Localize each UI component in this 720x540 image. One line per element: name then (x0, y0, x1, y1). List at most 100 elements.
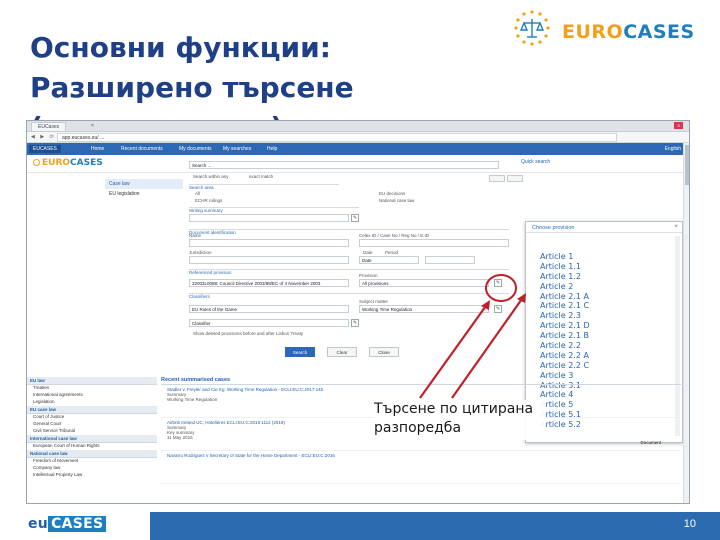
browse-list-item[interactable]: General Court (27, 421, 157, 428)
jurisdiction-label: Jurisdiction (189, 250, 212, 255)
browse-list-item[interactable]: Intellectual Property Law (27, 472, 157, 479)
clear-button[interactable]: Clear (327, 347, 357, 357)
case-title-link[interactable]: Navarro Rodriguez v Secretary of State f… (167, 453, 507, 458)
close-button[interactable]: Close (369, 347, 399, 357)
browse-list-item[interactable]: European Court of Human Rights (27, 443, 157, 450)
jurisdiction-input[interactable] (189, 256, 349, 264)
provision-item[interactable]: Article 1 (540, 252, 590, 262)
classifier-2-edit-icon[interactable]: ✎ (351, 319, 359, 327)
writing-summary-group: Writing summary (189, 207, 359, 213)
provision-item[interactable]: Article 2.3 (540, 311, 590, 321)
document-select[interactable]: Document (640, 440, 661, 445)
recent-cases-title: Recent summarised cases (161, 377, 681, 385)
provision-item[interactable]: Article 2.1 D (540, 321, 590, 331)
close-tab-icon[interactable]: × (91, 123, 94, 129)
url-input[interactable]: app.eucases.eu/ ... (57, 133, 617, 142)
search-input[interactable]: Search ... (189, 161, 499, 169)
provision-act-input[interactable]: 32003L0088: Council Directive 2003/88/EC… (189, 279, 349, 287)
nav-arrows-icon[interactable]: ◀ ▶ ⟳ (31, 134, 56, 140)
edit-icon[interactable]: ✎ (351, 214, 359, 222)
app-logo-cases: CASES (70, 158, 103, 168)
scales-of-justice-icon (514, 10, 550, 46)
search-toggle-1[interactable] (489, 175, 505, 182)
lisbon-checkbox-label[interactable]: Show deleted provisions before and after… (193, 331, 303, 336)
classifier-input[interactable]: Working Time Regulation (359, 305, 489, 313)
area-all[interactable]: All (195, 191, 200, 196)
classifier-input-2[interactable]: Classifier (189, 319, 349, 327)
name-label: Name (189, 233, 202, 238)
writing-summary-input[interactable] (189, 214, 349, 222)
search-option-exact[interactable]: exact match (249, 174, 273, 179)
area-national[interactable]: National case law (379, 198, 414, 203)
browse-lists: EU law Treaties International agreements Le… (27, 377, 157, 479)
footer-logo-eu: eu (28, 516, 49, 532)
subject-matter-label: Subject matter (359, 299, 389, 304)
date-option-period[interactable]: Period (385, 250, 398, 255)
app-screenshot: EUCases × X ◀ ▶ ⟳ app.eucases.eu/ ... EU… (26, 120, 690, 504)
provision-item[interactable]: Article 1.1 (540, 262, 590, 272)
browse-list-header[interactable]: EU case law (27, 406, 157, 414)
window-close-button[interactable]: X (674, 122, 683, 129)
browse-list-item[interactable]: International agreements (27, 392, 157, 399)
nav-my-searches[interactable]: My searches (223, 146, 251, 152)
sidebar-item-eu-legislation[interactable]: EU legislation (105, 189, 183, 199)
date-input-2[interactable] (425, 256, 475, 264)
provision-item[interactable]: Article 2.2 A (540, 351, 590, 361)
provision-item[interactable]: Article 2.2 (540, 341, 590, 351)
browse-list-header[interactable]: International case law (27, 435, 157, 443)
search-option-any[interactable]: Search within any (193, 174, 229, 179)
browse-list-item[interactable]: Legislation (27, 399, 157, 406)
scrollbar-thumb[interactable] (685, 145, 689, 185)
provision-item[interactable]: Article 1.2 (540, 272, 590, 282)
top-navigation: EUCASES Home Recent documents My documen… (27, 143, 689, 155)
logo-wordmark: EUROCASES (562, 21, 695, 43)
provision-item[interactable]: Article 2 (540, 282, 590, 292)
sidebar-item-case-law[interactable]: Case law (105, 179, 183, 189)
provision-label: Provision (359, 273, 378, 278)
browser-tabbar: EUCases × X (27, 121, 689, 132)
logo-seal-icon (33, 159, 40, 166)
sidebar: Case law EU legislation (105, 179, 183, 199)
classifier-edit-icon[interactable]: ✎ (494, 305, 502, 313)
provision-item[interactable]: Article 2.2 C (540, 361, 590, 371)
choose-provision-edit-icon[interactable]: ✎ (494, 279, 502, 287)
nav-help[interactable]: Help (267, 146, 277, 152)
quick-search-link[interactable]: Quick search (521, 159, 550, 165)
provision-item[interactable]: Article 2.1 B (540, 331, 590, 341)
footer-wordmark: eu CASES (28, 516, 107, 532)
provision-dialog-title: Choose provision (526, 222, 682, 233)
area-eu-decisions[interactable]: EU decisions (379, 191, 405, 196)
search-area-group: Search area (189, 184, 339, 190)
provision-item[interactable]: Article 2.1 C (540, 301, 590, 311)
nav-recent[interactable]: Recent documents (121, 146, 163, 152)
browse-list-item[interactable]: Court of Justice (27, 414, 157, 421)
area-echr[interactable]: ECHR rulings (195, 198, 222, 203)
subject-matter-input[interactable]: EU Rules of the Game (189, 305, 349, 313)
nav-my-documents[interactable]: My documents (179, 146, 212, 152)
search-toggle-2[interactable] (507, 175, 523, 182)
referenced-provision-group: Referenced provision (189, 269, 509, 275)
nav-eucases[interactable]: EUCASES (29, 145, 61, 153)
dialog-close-icon[interactable]: × (674, 224, 678, 230)
page-number: 10 (683, 518, 696, 530)
name-input[interactable] (189, 239, 349, 247)
page-scrollbar[interactable] (683, 143, 689, 503)
date-option-date[interactable]: Date (363, 250, 373, 255)
nav-home[interactable]: Home (91, 146, 104, 152)
search-button[interactable]: Search (285, 347, 315, 357)
browse-list-header[interactable]: EU law (27, 377, 157, 385)
browser-tab[interactable]: EUCases (31, 122, 67, 131)
browse-list-header[interactable]: National case law (27, 450, 157, 458)
date-input[interactable]: Date (359, 256, 419, 264)
browse-list-item[interactable]: Civil Service Tribunal (27, 428, 157, 435)
browse-list-item[interactable]: Treaties (27, 385, 157, 392)
provision-item[interactable]: Article 2.1 A (540, 292, 590, 302)
doc-identification-group: Document identification (189, 229, 509, 235)
provision-article-input[interactable]: All provisions (359, 279, 489, 287)
language-select[interactable]: English (665, 146, 681, 152)
browse-list-item[interactable]: Company law (27, 465, 157, 472)
logo-cases: CASES (623, 21, 695, 43)
browse-list-item[interactable]: Freedom of Movement (27, 458, 157, 465)
case-id-input[interactable] (359, 239, 509, 247)
app-logo: EUROCASES (33, 158, 103, 168)
